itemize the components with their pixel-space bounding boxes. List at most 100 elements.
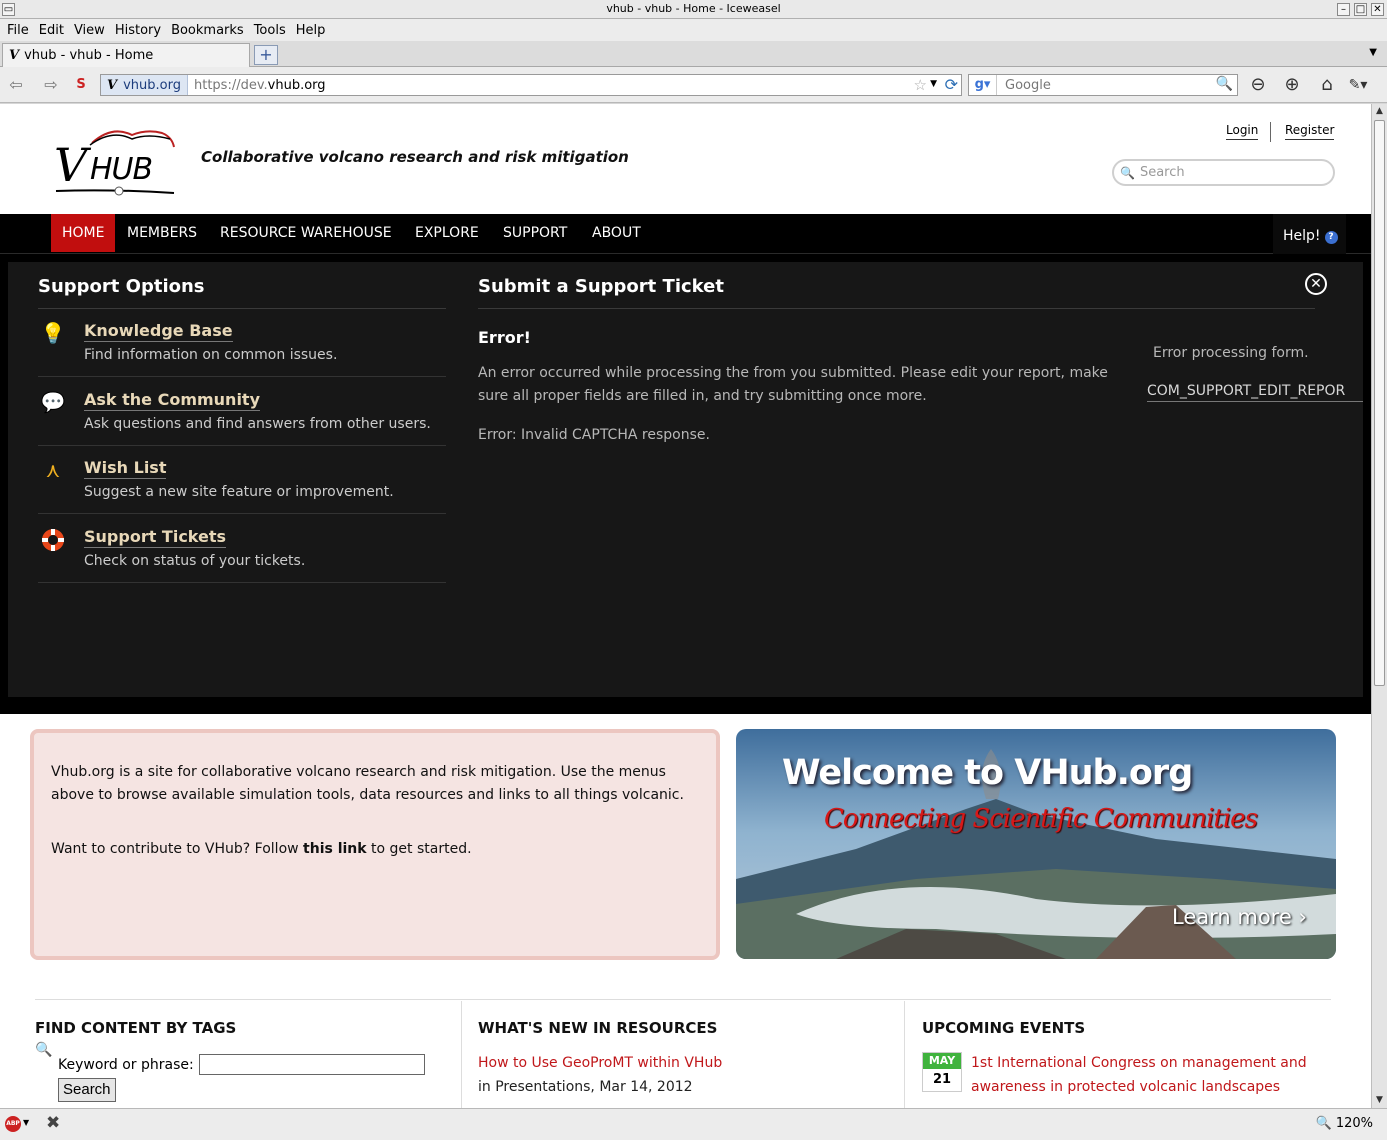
page-scrollbar[interactable]: ▲ ▼ (1371, 104, 1387, 1108)
intro-text: Vhub.org is a site for collaborative vol… (51, 764, 684, 803)
section-divider (35, 999, 1331, 1000)
help-button[interactable]: Help!? (1273, 214, 1346, 256)
contribute-text: Want to contribute to VHub? Follow this … (51, 841, 472, 857)
keyword-input[interactable] (199, 1054, 425, 1075)
search-icon: 🔍 (1120, 165, 1135, 180)
nav-explore[interactable]: EXPLORE (404, 214, 490, 252)
menu-history[interactable]: History (110, 23, 166, 38)
support-option-title[interactable]: Ask the Community (84, 390, 260, 411)
noscript-icon[interactable]: S (70, 75, 92, 95)
url-history-dropdown-icon[interactable]: ▼ (930, 79, 937, 89)
menu-tools[interactable]: Tools (249, 23, 291, 38)
forward-arrow-icon[interactable]: ⇨ (40, 75, 62, 95)
support-option-wish-list[interactable]: ⋏ Wish List Suggest a new site feature o… (38, 446, 446, 514)
learn-more-link[interactable]: Learn more › (1172, 905, 1307, 929)
column-divider (461, 1001, 462, 1108)
contribute-link[interactable]: this link (303, 841, 367, 857)
maximize-icon[interactable]: □ (1354, 3, 1367, 16)
back-arrow-icon[interactable]: ⇦ (5, 75, 27, 95)
scrollbar-thumb[interactable] (1374, 120, 1385, 686)
site-identity-button[interactable]: V vhub.org (101, 75, 188, 95)
adblock-icon[interactable]: ABP (5, 1116, 21, 1132)
stop-icon[interactable]: ✖ (46, 1113, 60, 1133)
question-icon: ? (1324, 231, 1338, 244)
vhub-favicon-icon: V (9, 48, 20, 63)
event-day: 21 (932, 1072, 952, 1087)
scroll-up-icon[interactable]: ▲ (1372, 104, 1387, 119)
site-search-input[interactable]: 🔍 Search (1112, 159, 1335, 186)
nav-about[interactable]: ABOUT (581, 214, 652, 252)
zoom-indicator[interactable]: 🔍 120% (1316, 1116, 1373, 1131)
lifebuoy-icon (38, 527, 68, 557)
menu-file[interactable]: File (2, 23, 34, 38)
tab-list-chevron-icon[interactable]: ▼ (1369, 47, 1377, 58)
menu-help[interactable]: Help (291, 23, 331, 38)
window-titlebar: vhub - vhub - Home - Iceweasel ▭ – □ ✕ (0, 0, 1387, 19)
support-panel: Support Options 💡 Knowledge Base Find in… (8, 262, 1363, 697)
new-tab-button[interactable]: + (254, 45, 278, 65)
support-option-ask-community[interactable]: 💬 Ask the Community Ask questions and fi… (38, 378, 446, 446)
close-window-icon[interactable]: ✕ (1371, 3, 1384, 16)
support-option-desc: Check on status of your tickets. (84, 553, 306, 569)
home-icon[interactable]: ⌂ (1314, 73, 1340, 97)
menu-edit[interactable]: Edit (34, 23, 69, 38)
adblock-dropdown-icon[interactable]: ▼ (23, 1118, 29, 1127)
error-processing-text: Error processing form. (1153, 345, 1309, 361)
support-option-title[interactable]: Wish List (84, 458, 167, 479)
minimize-icon[interactable]: – (1337, 3, 1350, 16)
error-code-link[interactable]: COM_SUPPORT_EDIT_REPOR (1147, 383, 1363, 402)
support-option-desc: Suggest a new site feature or improvemen… (84, 484, 394, 500)
window-menu-icon[interactable]: ▭ (2, 3, 15, 16)
divider (478, 308, 1315, 309)
header-divider (1270, 122, 1271, 142)
support-options-title: Support Options (38, 276, 205, 297)
error-detail: Error: Invalid CAPTCHA response. (478, 427, 710, 443)
url-bar[interactable]: V vhub.org https://dev.vhub.org ☆ ▼ ⟳ (100, 74, 962, 96)
support-option-desc: Find information on common issues. (84, 347, 338, 363)
zoom-in-icon[interactable]: ⊕ (1279, 73, 1305, 97)
nav-resource-warehouse[interactable]: RESOURCE WAREHOUSE (209, 214, 403, 252)
bookmark-star-icon[interactable]: ☆ (914, 76, 927, 94)
extension-icon[interactable]: ✎▾ (1345, 73, 1371, 97)
chat-bubbles-icon: 💬 (40, 390, 66, 414)
resource-meta: in Presentations, Mar 14, 2012 (478, 1079, 693, 1095)
reload-icon[interactable]: ⟳ (945, 75, 958, 94)
support-option-support-tickets[interactable]: Support Tickets Check on status of your … (38, 515, 446, 583)
tag-search-button[interactable]: Search (58, 1078, 116, 1102)
close-panel-icon[interactable]: ✕ (1305, 273, 1327, 295)
resource-link[interactable]: How to Use GeoProMT within VHub (478, 1055, 722, 1071)
support-option-knowledge-base[interactable]: 💡 Knowledge Base Find information on com… (38, 309, 446, 377)
scroll-down-icon[interactable]: ▼ (1372, 1093, 1387, 1108)
help-label: Help! (1283, 228, 1321, 244)
nav-home[interactable]: HOME (51, 214, 116, 252)
register-link[interactable]: Register (1285, 123, 1335, 140)
tab-vhub-home[interactable]: V vhub - vhub - Home (2, 43, 250, 67)
events-heading: UPCOMING EVENTS (922, 1019, 1086, 1037)
wishbone-icon: ⋏ (45, 458, 61, 482)
zoom-icon: 🔍 (1315, 1116, 1332, 1131)
site-identity-label: vhub.org (123, 77, 181, 93)
vhub-logo[interactable]: V HUB (52, 121, 177, 197)
support-option-title[interactable]: Knowledge Base (84, 321, 233, 342)
search-go-icon[interactable]: 🔍 (1216, 76, 1233, 92)
zoom-out-icon[interactable]: ⊖ (1245, 73, 1271, 97)
magnifier-icon: 🔍 (35, 1042, 53, 1058)
banner-subtitle: Connecting Scientific Communities (824, 804, 1258, 834)
nav-support[interactable]: SUPPORT (492, 214, 578, 252)
url-text[interactable]: https://dev.vhub.org (188, 78, 326, 93)
google-engine-icon[interactable]: g▾ (969, 75, 997, 95)
nav-members[interactable]: MEMBERS (116, 214, 208, 252)
support-ticket-title: Submit a Support Ticket (478, 276, 724, 297)
column-divider (904, 1001, 905, 1108)
login-link[interactable]: Login (1226, 123, 1259, 140)
browser-search-bar[interactable]: g▾ Google 🔍 (968, 74, 1238, 96)
menu-view[interactable]: View (69, 23, 110, 38)
error-heading: Error! (478, 328, 531, 347)
support-option-title[interactable]: Support Tickets (84, 527, 227, 548)
window-title: vhub - vhub - Home - Iceweasel (606, 2, 781, 15)
welcome-banner[interactable]: Welcome to VHub.org Connecting Scientifi… (736, 729, 1336, 959)
menu-bookmarks[interactable]: Bookmarks (166, 23, 249, 38)
event-link[interactable]: 1st International Congress on management… (971, 1051, 1331, 1099)
main-navigation: HOME MEMBERS RESOURCE WAREHOUSE EXPLORE … (0, 214, 1371, 254)
intro-box: Vhub.org is a site for collaborative vol… (30, 729, 720, 960)
